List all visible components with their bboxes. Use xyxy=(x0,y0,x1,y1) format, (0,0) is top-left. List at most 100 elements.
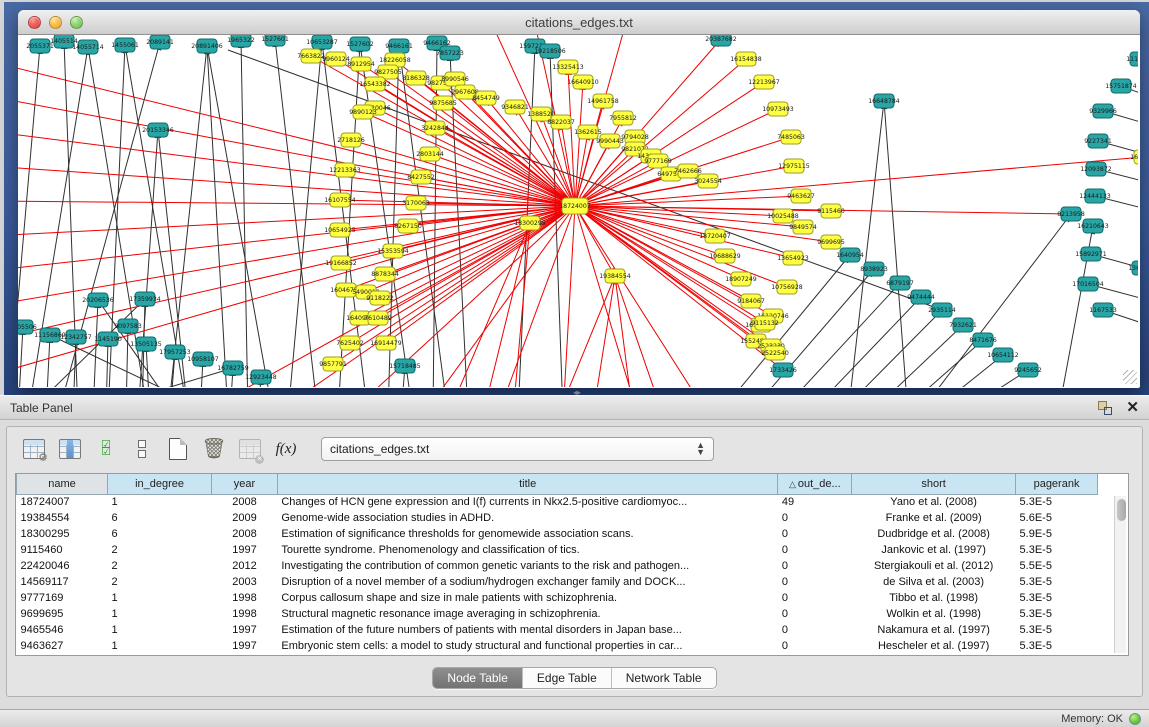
graph-node[interactable]: 8427552 xyxy=(407,170,435,184)
graph-node[interactable]: 15892971 xyxy=(1075,247,1107,261)
row-height-icon[interactable] xyxy=(129,436,155,462)
cell-short[interactable]: Franke et al. (2009) xyxy=(852,510,1016,526)
graph-node[interactable]: 9245652 xyxy=(1014,363,1042,377)
graph-node[interactable]: 10654925 xyxy=(324,223,356,237)
cell-short[interactable]: Nakamura et al. (1997) xyxy=(852,622,1016,638)
cell-out_de[interactable]: 0 xyxy=(778,526,852,542)
graph-node[interactable]: 17359934 xyxy=(129,292,161,306)
cell-out_de[interactable]: 0 xyxy=(778,590,852,606)
cell-short[interactable]: de Silva et al. (2003) xyxy=(852,574,1016,590)
graph-node[interactable]: 1527601 xyxy=(261,35,289,46)
column-header-name[interactable]: name xyxy=(17,474,108,494)
select-all-icon[interactable]: ☑☑ xyxy=(93,436,119,462)
table-mode-icon[interactable]: ⚙ xyxy=(21,436,47,462)
graph-node[interactable]: 12923448 xyxy=(245,370,277,384)
graph-node[interactable]: 2522540 xyxy=(761,346,789,360)
cell-name[interactable]: 14569117 xyxy=(17,574,108,590)
graph-node[interactable]: 9890123 xyxy=(349,105,377,119)
graph-node[interactable]: 1965322 xyxy=(227,35,255,47)
delete-columns-icon[interactable]: 🗑 xyxy=(201,436,227,462)
delete-table-icon[interactable]: ✕ xyxy=(237,436,263,462)
graph-node[interactable]: 9466161 xyxy=(385,39,413,53)
cell-short[interactable]: Hescheler et al. (1997) xyxy=(852,638,1016,654)
graph-node[interactable]: 15751874 xyxy=(1105,79,1137,93)
graph-node[interactable]: 20153346 xyxy=(142,123,174,137)
cell-pagerank[interactable]: 5.3E-5 xyxy=(1016,494,1098,510)
column-header-short[interactable]: short xyxy=(852,474,1016,494)
cell-pagerank[interactable]: 5.3E-5 xyxy=(1016,590,1098,606)
cell-pagerank[interactable]: 5.3E-5 xyxy=(1016,574,1098,590)
graph-node[interactable]: 10653287 xyxy=(306,35,338,49)
graph-node[interactable]: 9875685 xyxy=(429,96,457,110)
cell-out_de[interactable]: 49 xyxy=(778,494,852,510)
cell-year[interactable]: 2012 xyxy=(212,558,278,574)
cell-in_degree[interactable]: 6 xyxy=(108,510,212,526)
graph-node[interactable]: 7857223 xyxy=(436,46,464,60)
cell-pagerank[interactable]: 5.3E-5 xyxy=(1016,638,1098,654)
graph-node[interactable]: 12975115 xyxy=(778,159,810,173)
graph-node[interactable]: 20206536 xyxy=(82,293,114,307)
graph-node[interactable]: 20891406 xyxy=(191,39,223,53)
cell-name[interactable]: 18724007 xyxy=(17,494,108,510)
graph-node[interactable]: 7663822 xyxy=(297,49,325,63)
cell-title[interactable]: Embryonic stem cells: a model to study s… xyxy=(277,638,778,654)
graph-node[interactable]: 9857791 xyxy=(319,357,347,371)
show-columns-icon[interactable] xyxy=(57,436,83,462)
graph-node[interactable]: 8878344 xyxy=(371,267,399,281)
graph-node[interactable]: 9097583 xyxy=(114,319,142,333)
cell-short[interactable]: Jankovic et al. (1997) xyxy=(852,542,1016,558)
graph-node[interactable]: 8454749 xyxy=(472,91,500,105)
graph-node[interactable]: 19166852 xyxy=(325,256,357,270)
column-header-out_de[interactable]: △out_de... xyxy=(778,474,852,494)
graph-node[interactable]: 13325413 xyxy=(552,60,584,74)
cell-out_de[interactable]: 0 xyxy=(778,606,852,622)
cell-title[interactable]: Estimation of significance thresholds fo… xyxy=(277,526,778,542)
cell-name[interactable]: 9699695 xyxy=(17,606,108,622)
cell-title[interactable]: Disruption of a novel member of a sodium… xyxy=(277,574,778,590)
cell-pagerank[interactable]: 5.5E-5 xyxy=(1016,558,1098,574)
table-scrollbar-thumb[interactable] xyxy=(1117,499,1126,521)
graph-node[interactable]: 9699695 xyxy=(817,235,845,249)
graph-node[interactable]: 7625402 xyxy=(336,336,364,350)
cell-in_degree[interactable]: 2 xyxy=(108,574,212,590)
create-column-icon[interactable] xyxy=(165,436,191,462)
tab-edge-table[interactable]: Edge Table xyxy=(522,668,611,688)
cell-title[interactable]: Genome-wide association studies in ADHD. xyxy=(277,510,778,526)
table-row[interactable]: 1456911722003Disruption of a novel membe… xyxy=(17,574,1098,590)
cell-short[interactable]: Stergiakouli et al. (2012) xyxy=(852,558,1016,574)
cell-name[interactable]: 22420046 xyxy=(17,558,108,574)
graph-node[interactable]: 9474444 xyxy=(907,290,935,304)
graph-node[interactable]: 2089141 xyxy=(146,35,174,49)
cell-short[interactable]: Tibbo et al. (1998) xyxy=(852,590,1016,606)
graph-node[interactable]: 8267150 xyxy=(394,219,422,233)
cell-title[interactable]: Changes of HCN gene expression and I(f) … xyxy=(277,494,778,510)
cell-pagerank[interactable]: 5.3E-5 xyxy=(1016,606,1098,622)
cell-out_de[interactable]: 0 xyxy=(778,542,852,558)
table-row[interactable]: 946362711997Embryonic stem cells: a mode… xyxy=(17,638,1098,654)
graph-node[interactable]: 9115132 xyxy=(751,316,779,330)
graph-node[interactable]: 1527602 xyxy=(346,37,374,51)
cell-in_degree[interactable]: 1 xyxy=(108,606,212,622)
cell-year[interactable]: 1997 xyxy=(212,622,278,638)
graph-node[interactable]: 12444133 xyxy=(1079,189,1111,203)
cell-pagerank[interactable]: 5.9E-5 xyxy=(1016,526,1098,542)
graph-node[interactable]: 17016504 xyxy=(1072,277,1104,291)
graph-node[interactable]: 8938923 xyxy=(860,262,888,276)
cell-out_de[interactable]: 0 xyxy=(778,558,852,574)
graph-node[interactable]: 1112430 xyxy=(1126,52,1138,66)
graph-node[interactable]: 13505135 xyxy=(130,337,162,351)
graph-node[interactable]: 16782759 xyxy=(217,361,249,375)
cell-name[interactable]: 9115460 xyxy=(17,542,108,558)
graph-node[interactable]: 18724007 xyxy=(559,198,591,214)
cell-title[interactable]: Structural magnetic resonance image aver… xyxy=(277,606,778,622)
cell-year[interactable]: 1998 xyxy=(212,606,278,622)
graph-node[interactable]: 8186328 xyxy=(402,71,430,85)
memory-status-indicator[interactable] xyxy=(1129,713,1141,725)
graph-node[interactable]: 16210643 xyxy=(1077,219,1109,233)
splitter-handle[interactable]: ◂▸ xyxy=(573,388,582,394)
table-row[interactable]: 1872400712008Changes of HCN gene express… xyxy=(17,494,1098,510)
cell-title[interactable]: Corpus callosum shape and size in male p… xyxy=(277,590,778,606)
graph-node[interactable]: 9329966 xyxy=(1089,104,1117,118)
table-row[interactable]: 1938455462009Genome-wide association stu… xyxy=(17,510,1098,526)
graph-node[interactable]: 10654112 xyxy=(987,348,1019,362)
